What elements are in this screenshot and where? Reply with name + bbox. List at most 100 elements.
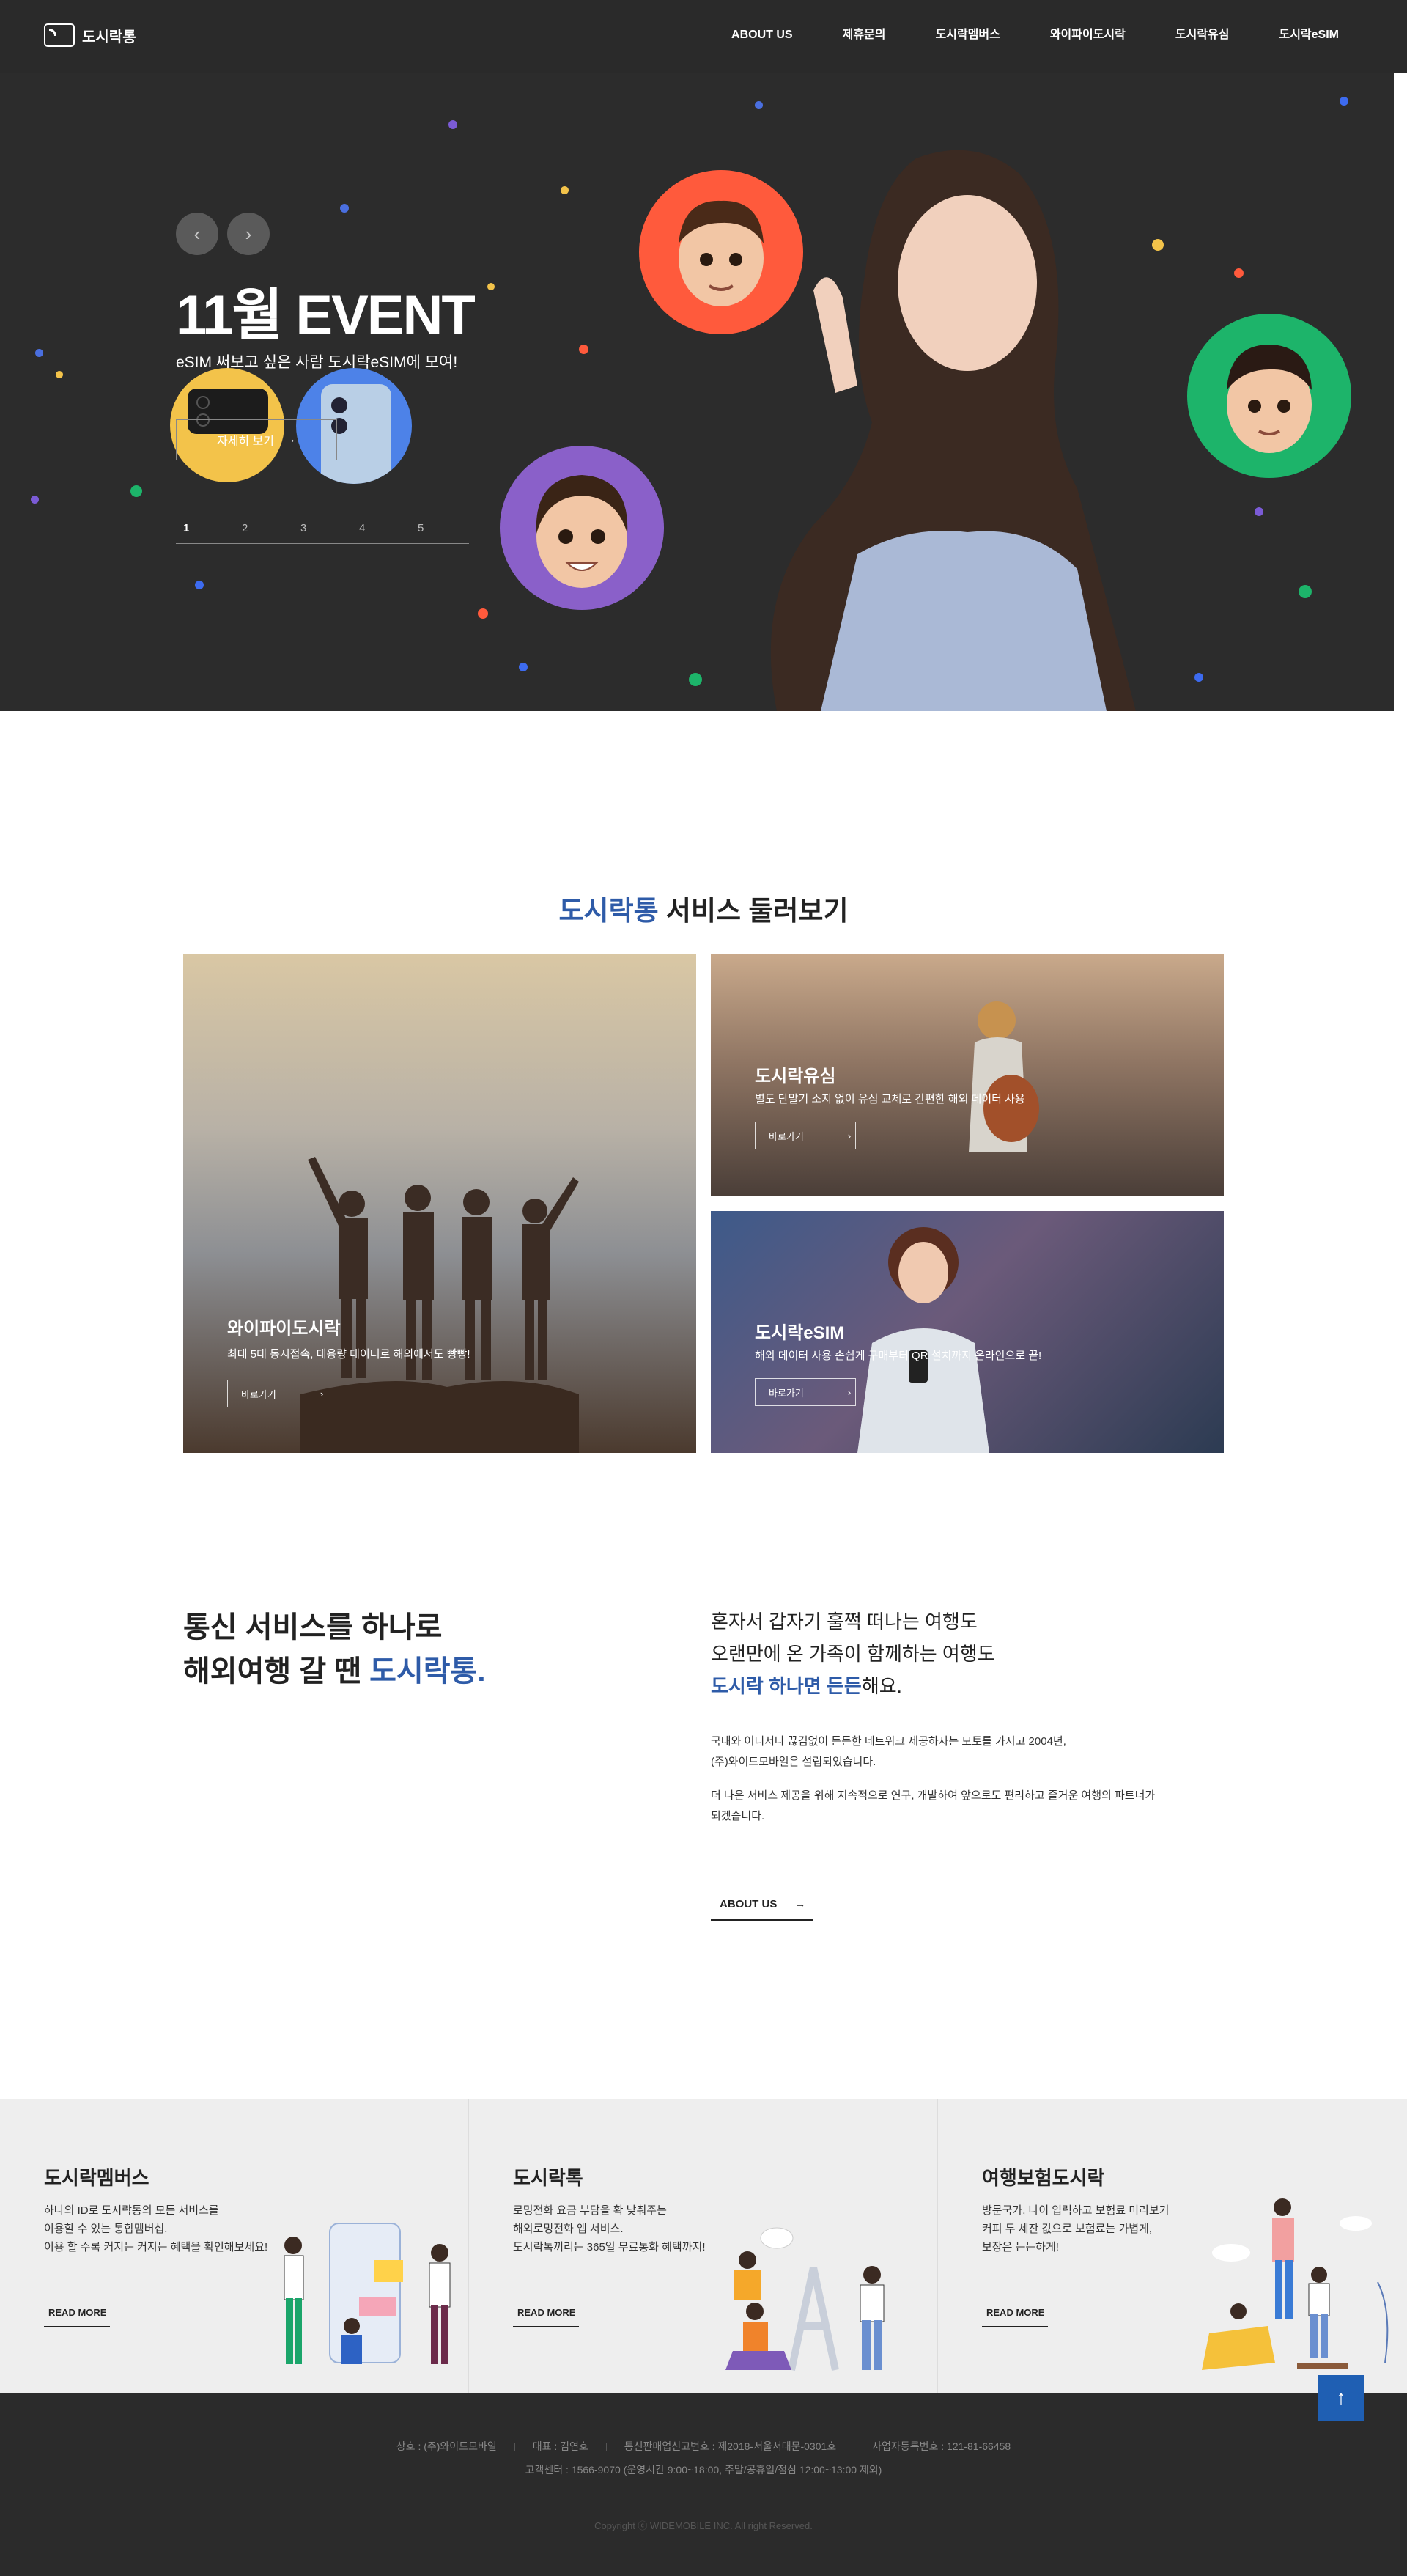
nav-dosirak-usim[interactable]: 도시락유심 (1175, 26, 1230, 44)
promo-title: 도시락멤버스 (44, 2167, 149, 2189)
footer-copyright: Copyright ⓒ WIDEMOBILE INC. All right Re… (594, 2520, 813, 2531)
footer-customer-service: 고객센터 : 1566-9070 (운영시간 9:00~18:00, 주말/공휴… (525, 2464, 882, 2476)
chevron-right-icon: › (320, 1388, 324, 1399)
confetti-dot (519, 663, 528, 671)
promo-desc-line: 하나의 ID로 도시락통의 모든 서비스를 (44, 2204, 219, 2217)
footer-company-info: 상호 : (주)와이드모바일 대표 : 김연호 통신판매업신고번호 : 제2018-… (0, 2439, 1407, 2454)
service-card-desc: 해외 데이터 사용 손쉽게 구매부터 QR 설치까지 온라인으로 끝! (755, 1350, 1042, 1362)
nav-members[interactable]: 도시락멤버스 (936, 26, 1000, 44)
hikers-photo (300, 1157, 579, 1453)
intro-p2-line2: 되겠습니다. (711, 1810, 765, 1822)
nav-partnership[interactable]: 제휴문의 (843, 26, 886, 44)
confetti-dot (35, 349, 43, 357)
confetti-dot (195, 581, 204, 589)
confetti-dot (1255, 507, 1263, 516)
intro-line3-highlight: 도시락 하나면 든든 (711, 1675, 862, 1697)
logo-text: 도시락통 (82, 29, 136, 45)
chevron-right-icon: › (847, 1130, 852, 1141)
promo-desc: 로밍전화 요금 부담을 확 낮춰주는 해외로밍전화 앱 서비스. 도시락톡끼리는 3… (513, 2201, 706, 2256)
memoji-avatar-purple (500, 446, 664, 610)
read-more-button[interactable]: READ MORE (513, 2298, 579, 2327)
pager-item-1[interactable]: 1 (176, 522, 234, 543)
service-card-desc: 최대 5대 동시접속, 대용량 데이터로 해외에서도 빵빵! (227, 1348, 470, 1361)
hero-model-photo (770, 150, 1136, 711)
site-header: 도시락통 ABOUT US 제휴문의 도시락멤버스 와이파이도시락 도시락유심 … (0, 0, 1407, 73)
hero-next-button[interactable]: › (227, 213, 270, 255)
logo-icon (44, 23, 75, 47)
service-card-desc: 별도 단말기 소지 없이 유심 교체로 간편한 해외 데이터 사용 (755, 1093, 1025, 1105)
service-card-go-button[interactable]: 바로가기 › (755, 1122, 856, 1149)
intro-line1: 혼자서 갑자기 훌쩍 떠나는 여행도 (711, 1611, 978, 1633)
promo-desc-line: 보장은 든든하게! (982, 2241, 1059, 2253)
intro-p1-line2: (주)와이드모바일은 설립되었습니다. (711, 1756, 876, 1768)
promo-insurance: 여행보험도시락 방문국가, 나이 입력하고 보험료 미리보기 커피 두 세잔 값으… (938, 2099, 1407, 2393)
memoji-face-icon (1227, 344, 1312, 453)
go-button-label: 바로가기 (769, 1387, 804, 1399)
scroll-top-button[interactable]: ↑ (1318, 2375, 1364, 2421)
hero-title: 11월 EVENT (176, 284, 476, 347)
nav-dosirak-esim[interactable]: 도시락eSIM (1279, 26, 1339, 44)
footer-mail-order: 통신판매업신고번호 : 제2018-서울서대문-0301호 (624, 2440, 837, 2452)
read-more-button[interactable]: READ MORE (44, 2298, 110, 2327)
confetti-dot (755, 101, 763, 109)
confetti-dot (56, 371, 63, 378)
pager-item-5[interactable]: 5 (410, 522, 469, 543)
promo-desc: 방문국가, 나이 입력하고 보험료 미리보기 커피 두 세잔 값으로 보험료는 가… (982, 2201, 1169, 2256)
intro-paragraph-1: 국내와 어디서나 끊김없이 든든한 네트워크 제공하자는 모토를 가지고 200… (711, 1732, 1180, 1773)
confetti-dot (1234, 268, 1244, 278)
arrow-up-icon: ↑ (1336, 2386, 1346, 2409)
confetti-dot (561, 186, 569, 194)
intro-paragraph-2: 더 나은 서비스 제공을 위해 지속적으로 연구, 개발하여 앞으로도 편리하고… (711, 1786, 1180, 1827)
services-title-rest: 서비스 둘러보기 (658, 896, 849, 926)
hero-banner: ‹ › 11월 EVENT eSIM 써보고 싶은 사람 도시락eSIM에 모여… (0, 73, 1394, 711)
promo-desc-line: 해외로밍전화 앱 서비스. (513, 2223, 624, 2235)
go-button-label: 바로가기 (241, 1388, 276, 1400)
intro-line3-rest: 해요. (861, 1675, 902, 1697)
chevron-right-icon: › (847, 1386, 852, 1398)
service-card-wifi[interactable]: 와이파이도시락 최대 5대 동시접속, 대용량 데이터로 해외에서도 빵빵! 바… (183, 954, 696, 1453)
service-card-title: 도시락유심 (755, 1067, 836, 1086)
intro-heading-line1: 통신 서비스를 하나로 (183, 1611, 443, 1644)
intro-heading-highlight: 도시락통. (369, 1655, 486, 1688)
footer-company: 상호 : (주)와이드모바일 (396, 2440, 497, 2452)
nav-wifi-dosirak[interactable]: 와이파이도시락 (1050, 26, 1126, 44)
service-card-esim[interactable]: 도시락eSIM 해외 데이터 사용 손쉽게 구매부터 QR 설치까지 온라인으로… (711, 1211, 1224, 1453)
confetti-dot (448, 120, 457, 129)
pager-item-2[interactable]: 2 (234, 522, 293, 543)
about-us-button[interactable]: ABOUT US → (711, 1888, 813, 1921)
chevron-left-icon: ‹ (193, 222, 201, 245)
service-card-usim[interactable]: 도시락유심 별도 단말기 소지 없이 유심 교체로 간편한 해외 데이터 사용 … (711, 954, 1224, 1196)
promo-desc-line: 커피 두 세잔 값으로 보험료는 가볍게, (982, 2223, 1153, 2235)
service-card-go-button[interactable]: 바로가기 › (755, 1378, 856, 1406)
promo-members: 도시락멤버스 하나의 ID로 도시락통의 모든 서비스를 이용할 수 있는 통합멤… (0, 2099, 469, 2393)
intro-text: 혼자서 갑자기 훌쩍 떠나는 여행도 오랜만에 온 가족이 함께하는 여행도 도… (711, 1605, 1180, 1827)
pager-item-3[interactable]: 3 (293, 522, 352, 543)
confetti-dot (340, 204, 349, 213)
footer-ceo: 대표 : 김연호 (532, 2440, 588, 2452)
hero-prev-button[interactable]: ‹ (176, 213, 218, 255)
confetti-dot (689, 673, 702, 686)
services-title: 도시락통 서비스 둘러보기 (0, 888, 1407, 928)
arrow-right-icon: → (284, 433, 297, 446)
traveler-photo (969, 1001, 1039, 1152)
main-nav: ABOUT US 제휴문의 도시락멤버스 와이파이도시락 도시락유심 도시락eS… (682, 26, 1339, 44)
nav-about-us[interactable]: ABOUT US (731, 26, 793, 44)
talk-illustration (725, 2227, 885, 2371)
promo-title: 도시락톡 (513, 2167, 583, 2189)
read-more-button[interactable]: READ MORE (982, 2298, 1048, 2327)
confetti-dot (1340, 97, 1348, 106)
logo[interactable]: 도시락통 (44, 23, 136, 47)
footer-divider (514, 2443, 515, 2452)
members-illustration (284, 2223, 451, 2364)
service-card-title: 와이파이도시락 (227, 1319, 341, 1339)
confetti-dot (1194, 673, 1203, 682)
promo-desc-line: 이용 할 수록 커지는 커지는 혜택을 확인해보세요! (44, 2241, 268, 2253)
pager-item-4[interactable]: 4 (352, 522, 410, 543)
woman-phone-photo (857, 1227, 989, 1453)
service-card-go-button[interactable]: 바로가기 › (227, 1380, 328, 1407)
memoji-avatar-green (1187, 314, 1351, 478)
hero-detail-button[interactable]: 자세히 보기 → (176, 419, 337, 460)
about-us-label: ABOUT US (720, 1897, 778, 1910)
confetti-dot (487, 283, 495, 290)
intro-p1-line1: 국내와 어디서나 끊김없이 든든한 네트워크 제공하자는 모토를 가지고 200… (711, 1735, 1066, 1748)
